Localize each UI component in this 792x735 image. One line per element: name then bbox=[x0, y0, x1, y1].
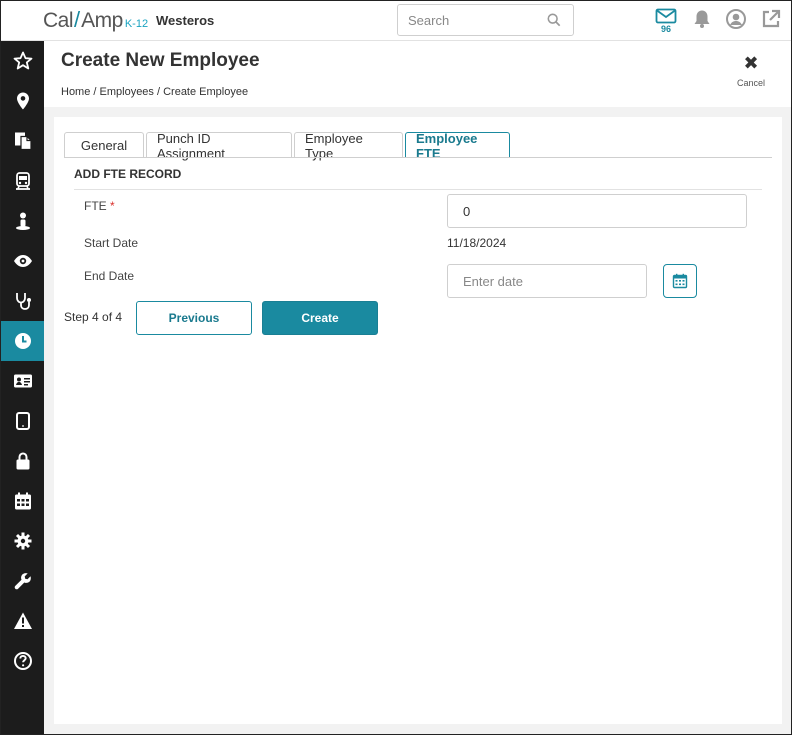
sidebar-item-documents[interactable] bbox=[1, 121, 44, 161]
logo-text-cal: Cal bbox=[43, 9, 74, 32]
sidebar-item-people[interactable] bbox=[1, 201, 44, 241]
sidebar-item-favorites[interactable] bbox=[1, 41, 44, 81]
wrench-icon bbox=[14, 573, 31, 590]
sidebar-item-locations[interactable] bbox=[1, 81, 44, 121]
previous-button[interactable]: Previous bbox=[136, 301, 252, 335]
calendar-icon bbox=[14, 492, 31, 510]
tab-punch-id-assignment[interactable]: Punch ID Assignment bbox=[146, 131, 292, 161]
tab-employee-fte[interactable]: Employee FTE bbox=[405, 131, 510, 161]
cancel-label: Cancel bbox=[736, 78, 765, 88]
search-box bbox=[397, 4, 574, 36]
create-button[interactable]: Create bbox=[262, 301, 378, 335]
end-date-input[interactable] bbox=[447, 264, 647, 298]
sidebar-item-transportation[interactable] bbox=[1, 161, 44, 201]
logo-slash: / bbox=[74, 7, 81, 32]
fte-label-text: FTE bbox=[84, 199, 107, 213]
sidebar-item-health[interactable] bbox=[1, 281, 44, 321]
breadcrumb[interactable]: Home / Employees / Create Employee bbox=[61, 86, 248, 98]
date-picker-button[interactable] bbox=[663, 264, 697, 298]
tab-general[interactable]: General bbox=[64, 132, 144, 158]
sidebar-item-devices[interactable] bbox=[1, 401, 44, 441]
sidebar-item-settings[interactable] bbox=[1, 521, 44, 561]
lock-icon bbox=[16, 452, 29, 470]
tab-divider bbox=[64, 157, 772, 158]
sidebar-item-calendar[interactable] bbox=[1, 481, 44, 521]
star-icon bbox=[13, 51, 32, 70]
tablet-icon bbox=[15, 412, 30, 430]
org-name: Westeros bbox=[156, 13, 215, 28]
logo-text-amp: Amp bbox=[81, 9, 123, 32]
map-pin-icon bbox=[16, 92, 29, 110]
search-input[interactable] bbox=[398, 5, 538, 35]
app-logo[interactable]: Cal / Amp K-12 bbox=[43, 7, 148, 35]
sidebar-item-alerts[interactable] bbox=[1, 601, 44, 641]
required-marker: * bbox=[110, 199, 115, 213]
sidebar-item-tools[interactable] bbox=[1, 561, 44, 601]
section-divider bbox=[74, 189, 762, 190]
stethoscope-icon bbox=[15, 293, 31, 310]
start-date-label: Start Date bbox=[84, 236, 139, 250]
fte-input[interactable] bbox=[447, 194, 747, 228]
clock-icon bbox=[14, 333, 31, 349]
sidebar-item-monitoring[interactable] bbox=[1, 241, 44, 281]
sidebar-item-security[interactable] bbox=[1, 441, 44, 481]
end-date-label: End Date bbox=[84, 269, 135, 283]
tab-employee-type[interactable]: Employee Type bbox=[294, 131, 403, 161]
sidebar bbox=[1, 41, 44, 734]
sidebar-item-help[interactable] bbox=[1, 641, 44, 681]
warning-icon bbox=[13, 612, 32, 629]
close-icon: ✖ bbox=[743, 53, 759, 73]
eye-icon bbox=[13, 255, 32, 267]
step-indicator: Step 4 of 4 bbox=[64, 310, 123, 324]
calendar-icon bbox=[672, 273, 688, 289]
mail-count-badge: 96 bbox=[661, 24, 672, 34]
id-card-icon bbox=[13, 374, 32, 388]
fte-label: FTE * bbox=[84, 199, 115, 213]
documents-icon bbox=[14, 132, 32, 151]
gear-icon bbox=[14, 532, 31, 550]
person-icon bbox=[15, 212, 30, 230]
search-icon[interactable] bbox=[547, 13, 561, 27]
sidebar-item-id-cards[interactable] bbox=[1, 361, 44, 401]
sidebar-item-time[interactable] bbox=[1, 321, 44, 361]
start-date-value: 11/18/2024 bbox=[447, 236, 507, 250]
logo-k12: K-12 bbox=[124, 18, 149, 30]
section-title: ADD FTE RECORD bbox=[74, 167, 182, 181]
user-circle-icon[interactable] bbox=[725, 8, 747, 30]
tab-bar: General Punch ID Assignment Employee Typ… bbox=[64, 131, 512, 161]
external-link-icon[interactable] bbox=[760, 8, 782, 30]
page-title: Create New Employee bbox=[61, 50, 260, 71]
cancel-button[interactable]: ✖ Cancel bbox=[735, 54, 767, 88]
bus-icon bbox=[15, 172, 30, 190]
help-icon bbox=[13, 652, 32, 670]
bell-icon[interactable] bbox=[691, 8, 713, 30]
